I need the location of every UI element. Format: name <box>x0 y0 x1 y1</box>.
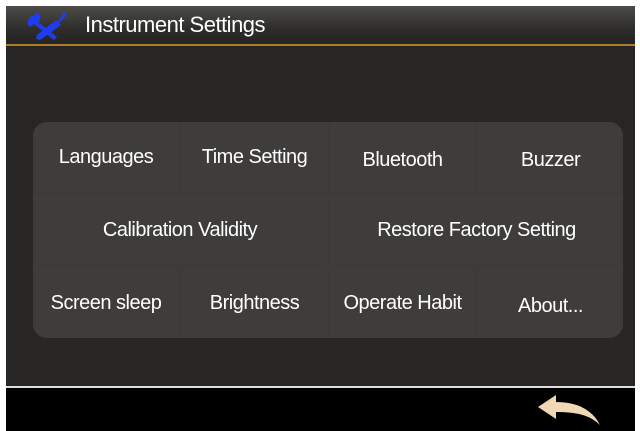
time-setting-button[interactable]: Time Setting <box>182 122 327 192</box>
restore-factory-setting-button[interactable]: Restore Factory Setting <box>330 195 623 265</box>
device-frame: Instrument Settings Languages Time Setti… <box>0 0 640 431</box>
brightness-label: Brightness <box>209 291 300 314</box>
bottom-bar <box>6 388 635 431</box>
brightness-button[interactable]: Brightness <box>182 268 327 338</box>
operate-habit-button[interactable]: Operate Habit <box>330 268 475 338</box>
buzzer-label: Buzzer <box>520 148 581 171</box>
screen: Instrument Settings Languages Time Setti… <box>6 6 635 431</box>
settings-menu: Languages Time Setting Bluetooth Buzzer … <box>33 122 623 338</box>
bluetooth-label: Bluetooth <box>362 148 443 171</box>
languages-button[interactable]: Languages <box>33 122 179 192</box>
back-arrow-icon[interactable] <box>536 393 602 427</box>
tools-icon <box>27 12 67 40</box>
buzzer-button[interactable]: Buzzer <box>478 122 623 192</box>
about-button[interactable]: About... <box>478 268 623 338</box>
time-setting-label: Time Setting <box>201 145 308 168</box>
calibration-validity-label: Calibration Validity <box>102 218 258 241</box>
restore-factory-setting-label: Restore Factory Setting <box>377 218 576 241</box>
calibration-validity-button[interactable]: Calibration Validity <box>33 195 327 265</box>
about-label: About... <box>518 294 583 317</box>
bluetooth-button[interactable]: Bluetooth <box>330 122 475 192</box>
languages-label: Languages <box>58 145 154 168</box>
operate-habit-label: Operate Habit <box>343 291 462 314</box>
title-bar: Instrument Settings <box>6 6 635 46</box>
screen-sleep-label: Screen sleep <box>50 291 162 314</box>
page-title: Instrument Settings <box>85 12 266 37</box>
screen-sleep-button[interactable]: Screen sleep <box>33 268 179 338</box>
